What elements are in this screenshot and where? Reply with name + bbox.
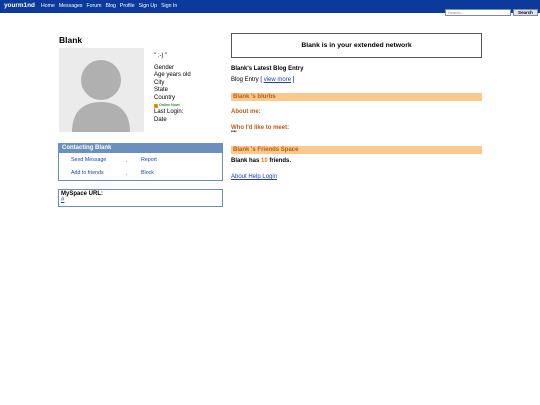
default-avatar-icon (59, 48, 144, 132)
nav-links: Home Messages Forum Blog Profile Sign Up… (41, 3, 177, 9)
add-to-friends-link[interactable]: Add to friends (71, 170, 104, 176)
nav-link-forum[interactable]: Forum (87, 3, 102, 9)
online-icon (154, 103, 158, 108)
friends-count-line: Blank has 10 friends. (231, 158, 291, 164)
report-link[interactable]: Report (141, 157, 157, 163)
search-input[interactable]: Search... (445, 9, 511, 16)
nav-link-profile[interactable]: Profile (120, 3, 135, 9)
nav-link-messages[interactable]: Messages (59, 3, 83, 9)
online-indicator: Online Now! (154, 102, 191, 109)
separator-dot: . (126, 158, 128, 164)
search-button[interactable]: Search (513, 9, 538, 16)
city-text: City (154, 79, 165, 86)
site-logo[interactable]: yourm1nd (4, 2, 35, 9)
blog-entry-prefix: Blog Entry [ (231, 77, 264, 83)
friends-suffix: friends. (267, 158, 292, 164)
who-like-to-meet-heading: Who I'd like to meet: (231, 125, 290, 131)
contact-box: Contacting Blank Send Message . Report A… (58, 143, 223, 181)
about-help-login-link[interactable]: About Help Login (231, 174, 277, 180)
send-message-link[interactable]: Send Message (71, 157, 106, 163)
avatar (59, 48, 144, 132)
view-more-link[interactable]: view more (264, 77, 291, 83)
myspace-url-box: MySpace URL: # (58, 189, 223, 207)
profile-info: " :-) " Gender Age years old City State … (154, 53, 191, 124)
myspace-url-link[interactable]: # (61, 197, 220, 203)
contact-box-title: Contacting Blank (59, 144, 222, 153)
friends-space-header: Blank 's Friends Space (231, 146, 482, 154)
extended-network-box: Blank is in your extended network (231, 33, 482, 58)
last-login-value: Date (154, 116, 167, 123)
blog-entry-suffix: ] (291, 77, 295, 83)
last-login-label: Last Login: (154, 109, 184, 115)
nav-link-home[interactable]: Home (41, 3, 55, 9)
profile-name: Blank (59, 35, 83, 45)
friends-prefix: Blank has (231, 158, 262, 164)
about-me-heading: About me: (231, 109, 261, 115)
friends-count: 10 (261, 158, 268, 164)
state-text: State (154, 87, 169, 93)
nav-link-sign-up[interactable]: Sign Up (139, 3, 157, 9)
nav-link-blog[interactable]: Blog (106, 3, 116, 9)
who-like-to-meet-value: "" (231, 131, 237, 137)
nav-link-sign-in[interactable]: Sign In (161, 3, 177, 9)
mood-text: " :-) " (154, 53, 168, 59)
block-link[interactable]: Block (141, 170, 154, 176)
blurbs-header: Blank 's blurbs (231, 93, 482, 101)
gender-text: Gender (154, 64, 175, 71)
age-text: Age years old (154, 72, 191, 78)
blog-entry-line: Blog Entry [ view more ] (231, 77, 294, 83)
separator-dot: . (126, 171, 128, 177)
blog-heading: Blank's Latest Blog Entry (231, 66, 304, 72)
